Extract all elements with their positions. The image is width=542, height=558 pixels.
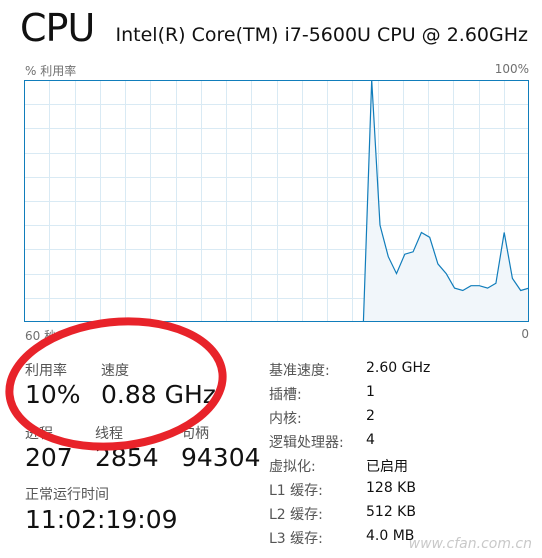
processes-label: 进程 (25, 426, 53, 442)
l1-cache-label: L1 缓存: (269, 483, 323, 499)
cores-value: 2 (366, 408, 375, 424)
graph-x-right-label: 0 (521, 327, 529, 341)
speed-label: 速度 (101, 363, 129, 379)
graph-x-left-label: 60 秒 (25, 329, 57, 343)
page-title: CPU (20, 6, 95, 50)
logical-processors-label: 逻辑处理器: (269, 435, 344, 451)
l2-cache-label: L2 缓存: (269, 507, 323, 523)
utilization-value: 10% (25, 380, 81, 409)
cores-label: 内核: (269, 411, 302, 427)
speed-value: 0.88 GHz (101, 380, 216, 409)
base-speed-value: 2.60 GHz (366, 360, 431, 376)
utilization-label: 利用率 (25, 363, 67, 379)
sockets-value: 1 (366, 384, 375, 400)
watermark: www.cfan.com.cn (408, 536, 532, 552)
virtualization-label: 虚拟化: (269, 459, 316, 475)
logical-processors-value: 4 (366, 432, 375, 448)
l3-cache-value: 4.0 MB (366, 528, 415, 544)
virtualization-value: 已启用 (366, 459, 408, 475)
handles-label: 句柄 (181, 426, 209, 442)
threads-label: 线程 (95, 426, 123, 442)
handles-value: 94304 (181, 443, 261, 472)
base-speed-label: 基准速度: (269, 363, 330, 379)
l2-cache-value: 512 KB (366, 504, 416, 520)
graph-y-label: % 利用率 (25, 64, 77, 78)
threads-value: 2854 (95, 443, 159, 472)
processor-name: Intel(R) Core(TM) i7-5600U CPU @ 2.60GHz (115, 24, 529, 46)
l3-cache-label: L3 缓存: (269, 531, 323, 547)
sockets-label: 插槽: (269, 387, 302, 403)
graph-y-max-label: 100% (494, 62, 529, 76)
processes-value: 207 (25, 443, 73, 472)
uptime-value: 11:02:19:09 (25, 505, 178, 534)
l1-cache-value: 128 KB (366, 480, 416, 496)
cpu-utilization-graph[interactable] (24, 80, 529, 322)
uptime-label: 正常运行时间 (25, 487, 109, 503)
